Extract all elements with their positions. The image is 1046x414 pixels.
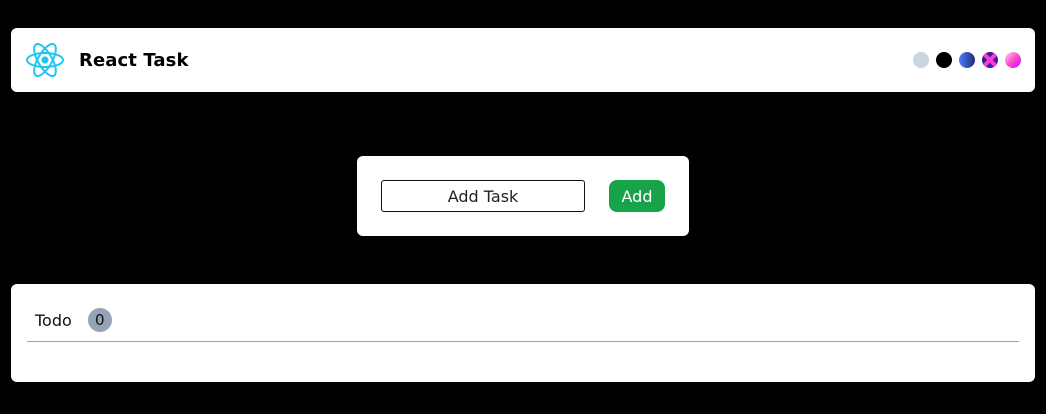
todo-header: Todo 0 bbox=[35, 308, 112, 332]
todo-divider bbox=[27, 341, 1019, 342]
theme-light-option[interactable] bbox=[913, 52, 929, 68]
theme-purple-option[interactable] bbox=[982, 52, 998, 68]
theme-ocean-option[interactable] bbox=[959, 52, 975, 68]
todo-title: Todo bbox=[35, 310, 72, 330]
app-title: React Task bbox=[79, 49, 189, 71]
add-task-card: Add bbox=[357, 156, 689, 236]
app-header: React Task bbox=[11, 28, 1035, 92]
react-logo-icon bbox=[25, 40, 65, 80]
add-task-input[interactable] bbox=[381, 180, 585, 212]
todo-column: Todo 0 bbox=[11, 284, 1035, 382]
theme-switcher bbox=[913, 52, 1021, 68]
todo-count-badge: 0 bbox=[87, 308, 112, 332]
theme-pink-option[interactable] bbox=[1005, 52, 1021, 68]
theme-dark-option[interactable] bbox=[936, 52, 952, 68]
add-task-button[interactable]: Add bbox=[609, 180, 665, 212]
